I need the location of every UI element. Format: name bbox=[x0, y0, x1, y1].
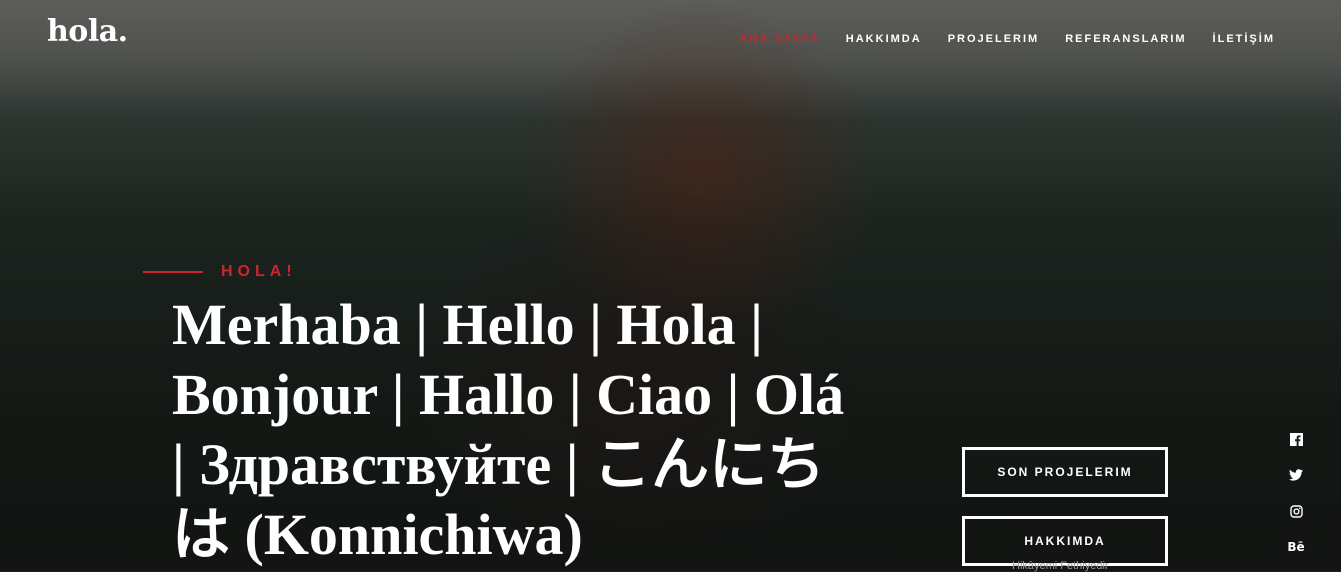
nav-item-ana-sayfa[interactable]: ANA SAYFA bbox=[740, 33, 820, 45]
site-logo[interactable]: hola. bbox=[47, 14, 128, 49]
eyebrow-line bbox=[143, 271, 203, 273]
nav-item-iletisim[interactable]: İLETİŞİM bbox=[1213, 33, 1275, 45]
latest-projects-button[interactable]: SON PROJELERIM bbox=[962, 447, 1168, 497]
about-button[interactable]: HAKKIMDA bbox=[962, 516, 1168, 566]
instagram-icon[interactable] bbox=[1287, 502, 1305, 520]
photo-credit: Hikâyemi Fethiyedir bbox=[1012, 560, 1109, 572]
social-links: Bē bbox=[1287, 430, 1305, 556]
main-nav: ANA SAYFA HAKKIMDA PROJELERIM REFERANSLA… bbox=[740, 33, 1275, 45]
facebook-icon[interactable] bbox=[1287, 430, 1305, 448]
hero-headline: Merhaba | Hello | Hola | Bonjour | Hallo… bbox=[172, 292, 845, 567]
twitter-icon[interactable] bbox=[1287, 466, 1305, 484]
hero-eyebrow: HOLA! bbox=[143, 263, 297, 281]
nav-item-projelerim[interactable]: PROJELERIM bbox=[948, 33, 1040, 45]
nav-item-hakkimda[interactable]: HAKKIMDA bbox=[846, 33, 922, 45]
eyebrow-text: HOLA! bbox=[221, 263, 297, 280]
behance-icon[interactable]: Bē bbox=[1287, 538, 1305, 556]
nav-item-referanslarim[interactable]: REFERANSLARIM bbox=[1065, 33, 1186, 45]
